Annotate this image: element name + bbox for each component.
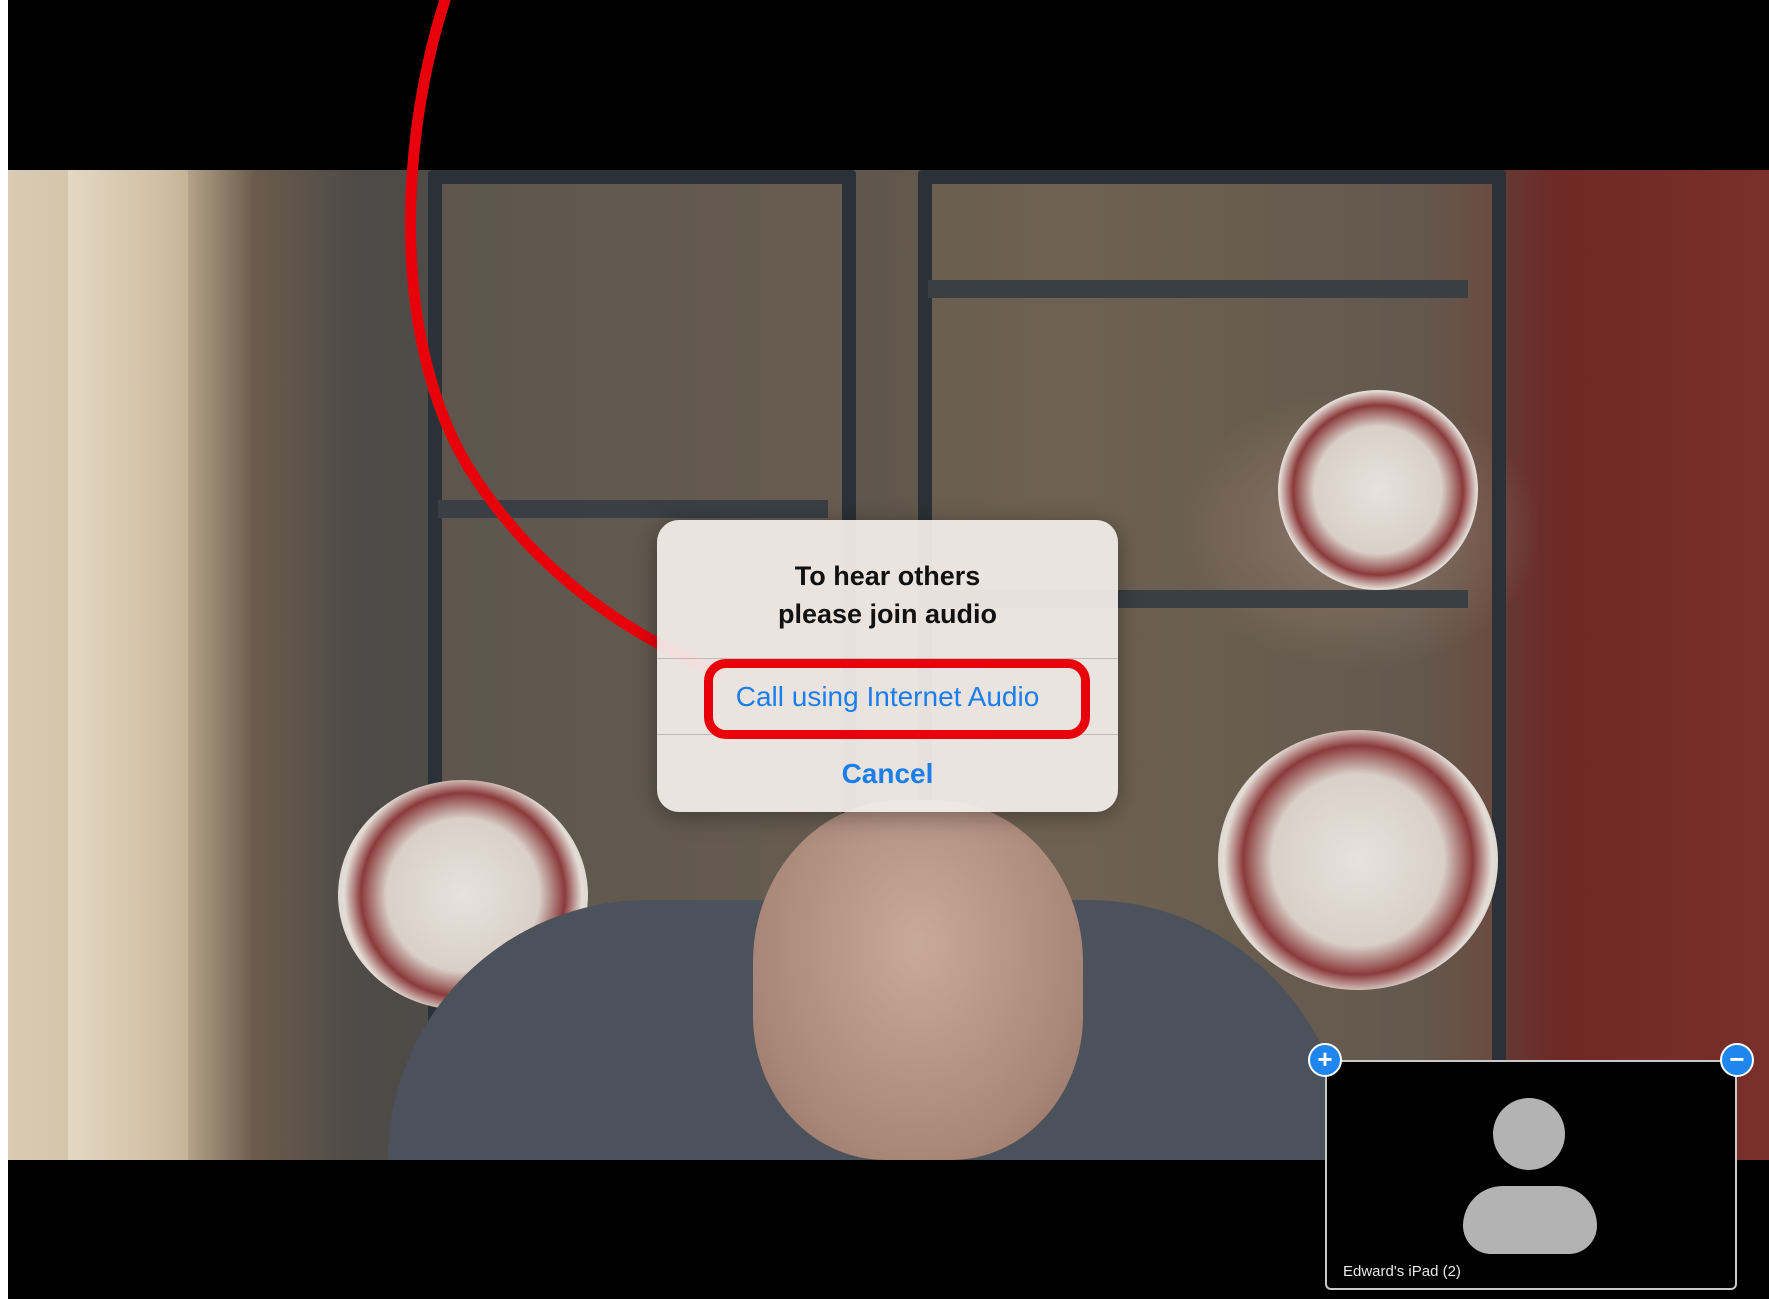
expand-thumbnail-button[interactable]: + bbox=[1308, 1043, 1342, 1077]
join-audio-dialog: To hear others please join audio Call us… bbox=[657, 520, 1118, 812]
avatar-body-icon bbox=[1463, 1186, 1597, 1254]
cabinet-shelf bbox=[438, 500, 828, 518]
window-frame bbox=[68, 170, 188, 1160]
plus-icon: + bbox=[1317, 1043, 1333, 1074]
decorative-plate bbox=[1278, 390, 1478, 590]
participant-head bbox=[753, 800, 1083, 1160]
dialog-message: To hear others please join audio bbox=[657, 520, 1118, 659]
decorative-plate bbox=[1218, 730, 1498, 990]
cabinet-shelf bbox=[928, 280, 1468, 298]
collapse-thumbnail-button[interactable]: − bbox=[1720, 1043, 1754, 1077]
cancel-button[interactable]: Cancel bbox=[657, 735, 1118, 812]
minus-icon: − bbox=[1729, 1043, 1745, 1074]
internet-audio-button[interactable]: Call using Internet Audio bbox=[657, 659, 1118, 735]
participant-name: Edward's iPad (2) bbox=[1343, 1263, 1461, 1280]
avatar-head-icon bbox=[1493, 1098, 1565, 1170]
self-view-thumbnail[interactable]: Edward's iPad (2) bbox=[1325, 1060, 1737, 1290]
